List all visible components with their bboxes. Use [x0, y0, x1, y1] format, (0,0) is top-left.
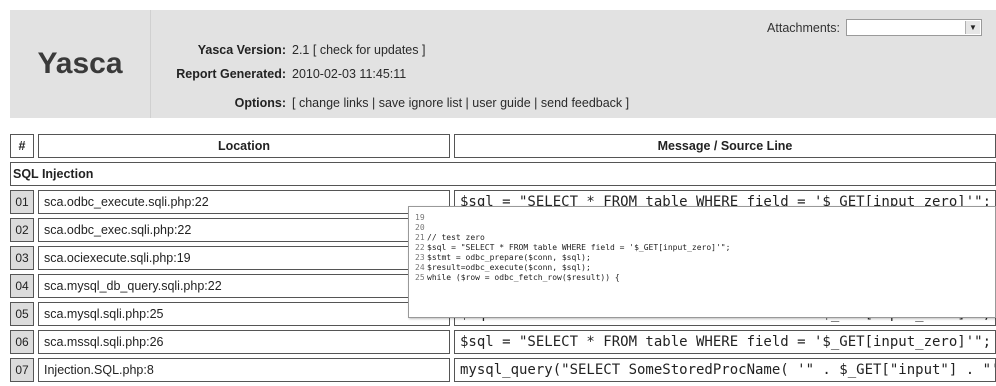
line-number: 19 — [415, 213, 425, 222]
line-code: $stmt = odbc_prepare($conn, $sql); — [427, 253, 591, 262]
row-location[interactable]: sca.mssql.sqli.php:26 — [38, 330, 450, 354]
row-number: 02 — [10, 218, 34, 242]
source-preview-line: 25 while ($row = odbc_fetch_row($result))… — [409, 273, 995, 283]
source-preview-tooltip: 19 20 21// test zero 22 $sql = "SELECT * FRO… — [408, 206, 996, 318]
source-preview-line: 21// test zero — [409, 233, 995, 243]
user-guide-link[interactable]: user guide — [472, 96, 530, 110]
line-number: 24 — [415, 263, 425, 272]
row-location[interactable]: sca.mysql.sqli.php:25 — [38, 302, 450, 326]
change-links-link[interactable]: change links — [299, 96, 369, 110]
options-label: Options: — [234, 96, 286, 110]
line-code: $result=odbc_execute($conn, $sql); — [427, 263, 591, 272]
options-separator: | — [534, 96, 538, 110]
row-number: 07 — [10, 358, 34, 382]
location-text: sca.mysql.sqli.php:25 — [44, 307, 164, 321]
line-code: while ($row = odbc_fetch_row($result)) { — [427, 273, 620, 282]
chevron-down-icon[interactable]: ▼ — [965, 21, 980, 34]
generated-label: Report Generated: — [176, 67, 286, 81]
location-text: Injection.SQL.php:8 — [44, 363, 154, 377]
column-header-location[interactable]: Location — [38, 134, 450, 158]
version-value: 2.1 — [292, 43, 310, 57]
row-location[interactable]: Injection.SQL.php:8 — [38, 358, 450, 382]
location-text: sca.mysql_db_query.sqli.php:22 — [44, 279, 222, 293]
generated-row: Report Generated: 2010-02-03 11:45:11 — [150, 67, 996, 83]
column-header-message[interactable]: Message / Source Line — [454, 134, 996, 158]
attachments-control: Attachments: ▼ — [767, 19, 982, 36]
table-row[interactable]: 06 sca.mssql.sqli.php:26 $sql = "SELECT * … — [10, 330, 996, 354]
row-number: 06 — [10, 330, 34, 354]
generated-value: 2010-02-03 11:45:11 — [292, 67, 407, 81]
line-code: $sql = "SELECT * FROM table WHERE field … — [427, 243, 731, 252]
version-row: Yasca Version: 2.1 [ check for updates ] — [150, 43, 996, 59]
options-close-bracket: ] — [625, 96, 630, 110]
source-preview-line: 20 — [409, 223, 995, 233]
row-location[interactable]: sca.odbc_exec.sqli.php:22 — [38, 218, 450, 242]
location-text: sca.mssql.sqli.php:26 — [44, 335, 164, 349]
section-title: SQL Injection — [10, 162, 996, 186]
source-preview-line: 24 $result=odbc_execute($conn, $sql); — [409, 263, 995, 273]
brand-logo: Yasca — [10, 10, 151, 118]
column-header-number[interactable]: # — [10, 134, 34, 158]
send-feedback-link[interactable]: send feedback — [541, 96, 622, 110]
location-text: sca.ociexecute.sqli.php:19 — [44, 251, 191, 265]
row-message: $sql = "SELECT * FROM table WHERE field … — [454, 330, 996, 354]
version-label: Yasca Version: — [197, 43, 286, 57]
row-location[interactable]: sca.ociexecute.sqli.php:19 — [38, 246, 450, 270]
line-number: 22 — [415, 243, 425, 252]
options-row: Options: [ change links | save ignore li… — [150, 96, 996, 112]
options-separator: | — [465, 96, 469, 110]
options-separator: | — [371, 96, 376, 110]
source-preview-line: 19 — [409, 213, 995, 223]
source-preview-line: 22 $sql = "SELECT * FROM table WHERE fiel… — [409, 243, 995, 253]
section-row: SQL Injection — [10, 162, 996, 186]
source-line-text: mysql_query("SELECT SomeStoredProcName( … — [460, 362, 996, 378]
location-text: sca.odbc_execute.sqli.php:22 — [44, 195, 209, 209]
row-number: 03 — [10, 246, 34, 270]
source-line-text: $sql = "SELECT * FROM table WHERE field … — [460, 334, 992, 350]
version-value-group: 2.1 [ check for updates ] — [292, 43, 425, 57]
check-updates-link[interactable]: [ check for updates ] — [313, 43, 426, 57]
attachments-label: Attachments: — [767, 20, 840, 35]
options-links: [ change links | save ignore list | user… — [292, 96, 629, 110]
row-number: 01 — [10, 190, 34, 214]
report-header: Yasca Attachments: ▼ Yasca Version: 2.1 … — [10, 10, 996, 118]
row-message: mysql_query("SELECT SomeStoredProcName( … — [454, 358, 996, 382]
source-preview-line: 23 $stmt = odbc_prepare($conn, $sql); — [409, 253, 995, 263]
row-number: 04 — [10, 274, 34, 298]
line-number: 23 — [415, 253, 425, 262]
table-header-row: # Location Message / Source Line — [10, 134, 996, 158]
attachments-select[interactable]: ▼ — [846, 19, 982, 36]
row-location[interactable]: sca.mysql_db_query.sqli.php:22 — [38, 274, 450, 298]
options-open-bracket: [ — [292, 96, 296, 110]
line-number: 20 — [415, 223, 425, 232]
line-number: 21 — [415, 233, 425, 242]
row-location[interactable]: sca.odbc_execute.sqli.php:22 — [38, 190, 450, 214]
table-row[interactable]: 07 Injection.SQL.php:8 mysql_query("SELECT… — [10, 358, 996, 382]
location-text: sca.odbc_exec.sqli.php:22 — [44, 223, 192, 237]
save-ignore-list-link[interactable]: save ignore list — [379, 96, 462, 110]
line-code: // test zero — [427, 233, 485, 242]
row-number: 05 — [10, 302, 34, 326]
line-number: 25 — [415, 273, 425, 282]
